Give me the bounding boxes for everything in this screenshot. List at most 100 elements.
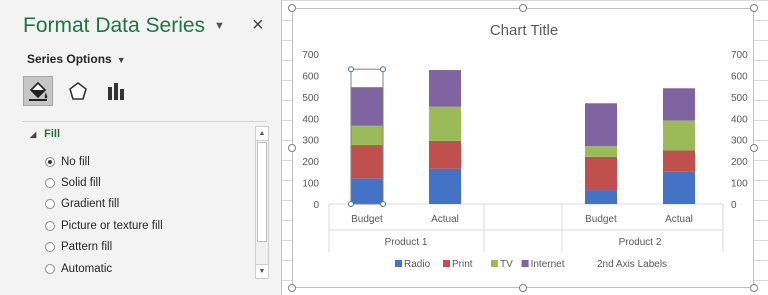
bar-segment-tv: [351, 125, 383, 146]
pane-dropdown-icon[interactable]: ▼: [214, 20, 225, 32]
series-options-label: Series Options: [27, 52, 112, 66]
bar-segment-radio: [585, 190, 617, 204]
legend-label: Internet: [531, 259, 565, 270]
legend-label: Radio: [404, 259, 431, 270]
y-tick-label: 100: [302, 179, 319, 190]
radio-icon: [45, 221, 55, 231]
radio-picture-texture-fill[interactable]: Picture or texture fill: [45, 220, 163, 232]
radio-icon: [45, 264, 55, 274]
secondary-y-tick-label: 500: [731, 93, 748, 104]
radio-automatic[interactable]: Automatic: [45, 263, 112, 275]
scroll-down-icon[interactable]: ▼: [256, 264, 268, 278]
bar-segment-internet: [429, 70, 461, 107]
legend-label: Print: [452, 259, 473, 270]
pane-title: Format Data Series: [23, 14, 206, 37]
divider: [22, 121, 267, 122]
legend-label: TV: [500, 259, 513, 270]
legend-swatch-internet: [521, 260, 529, 267]
resize-handle[interactable]: [288, 144, 296, 152]
y-tick-label: 400: [302, 114, 319, 125]
legend-swatch-print: [443, 260, 450, 267]
x-tick-label: Budget: [351, 214, 383, 225]
chevron-down-icon: ▼: [116, 55, 126, 65]
effects-tab[interactable]: [63, 76, 93, 106]
radio-label: Solid fill: [61, 177, 101, 189]
x-tick-label: Budget: [585, 214, 617, 225]
bar-segment-radio: [429, 168, 461, 204]
group-label: Product 2: [619, 237, 662, 248]
fill-section-header[interactable]: ◢ Fill: [30, 128, 60, 140]
chart-title: Chart Title: [490, 22, 558, 39]
x-tick-label: Actual: [431, 214, 459, 225]
bar-segment-tv: [585, 146, 617, 157]
secondary-y-tick-label: 200: [731, 157, 748, 168]
secondary-y-tick-label: 700: [731, 50, 748, 61]
x-tick-label: Actual: [665, 214, 693, 225]
bar-segment-print: [663, 150, 695, 172]
resize-handle[interactable]: [288, 284, 296, 292]
legend-swatch-tv: [491, 260, 498, 267]
radio-icon: [45, 157, 55, 167]
radio-gradient-fill[interactable]: Gradient fill: [45, 198, 119, 210]
fill-line-tab[interactable]: [23, 76, 53, 106]
secondary-y-tick-label: 100: [731, 179, 748, 190]
radio-label: Pattern fill: [61, 241, 113, 253]
y-tick-label: 500: [302, 93, 319, 104]
y-tick-label: 600: [302, 71, 319, 82]
y-tick-label: 700: [302, 50, 319, 61]
pentagon-icon: [69, 82, 87, 100]
bar-segment-print: [585, 156, 617, 191]
group-label: Product 1: [385, 237, 428, 248]
series-options-tab[interactable]: [101, 76, 131, 106]
secondary-y-tick-label: 300: [731, 136, 748, 147]
selection-handle: [348, 66, 354, 73]
selection-handle: [380, 66, 386, 73]
bar-segment-tv: [663, 120, 695, 151]
bar-segment-radio: [663, 171, 695, 204]
radio-label: Gradient fill: [61, 198, 120, 210]
collapse-triangle-icon: ◢: [30, 130, 37, 139]
legend-label: 2nd Axis Labels: [597, 259, 667, 270]
radio-label: Picture or texture fill: [61, 220, 163, 232]
bar-chart-icon: [108, 83, 124, 100]
stacked-column-chart: Chart Title 0 100 200 300 400 500 600 700 0 100 200…: [302, 22, 748, 270]
bar-segment-tv: [429, 106, 461, 141]
scroll-thumb[interactable]: [257, 142, 267, 242]
chart-area[interactable]: Chart Title 0 100 200 300 400 500 600 700 0 100 200…: [292, 8, 754, 288]
secondary-y-tick-label: 0: [731, 200, 737, 211]
radio-label: No fill: [61, 156, 90, 168]
radio-pattern-fill[interactable]: Pattern fill: [45, 241, 112, 253]
bar-segment-print: [351, 145, 383, 179]
bar-segment-internet: [663, 88, 695, 121]
bar-segment-internet: [585, 103, 617, 147]
radio-icon: [45, 178, 55, 188]
y-tick-label: 0: [313, 200, 319, 211]
radio-icon: [45, 242, 55, 252]
radio-no-fill[interactable]: No fill: [45, 156, 90, 168]
radio-solid-fill[interactable]: Solid fill: [45, 177, 101, 189]
bar-segment-radio: [351, 178, 383, 204]
close-button[interactable]: ×: [252, 14, 264, 37]
format-data-series-pane: Format Data Series ▼ × Series Options ▼ ◢…: [0, 0, 282, 295]
paint-bucket-icon: [29, 81, 48, 101]
resize-handle[interactable]: [750, 144, 758, 152]
bar-segment-print: [429, 140, 461, 169]
bar-segment-internet: [351, 87, 383, 126]
scroll-up-icon[interactable]: ▲: [256, 127, 268, 141]
y-tick-label: 300: [302, 136, 319, 147]
selection-handle: [380, 201, 386, 207]
legend-swatch-radio: [395, 260, 402, 267]
resize-handle[interactable]: [750, 4, 758, 12]
pane-scrollbar[interactable]: ▲ ▼: [255, 126, 269, 279]
series-options-dropdown[interactable]: Series Options ▼: [27, 52, 126, 66]
resize-handle[interactable]: [519, 284, 527, 292]
y-tick-label: 200: [302, 157, 319, 168]
resize-handle[interactable]: [519, 4, 527, 12]
radio-label: Automatic: [61, 263, 113, 275]
radio-icon: [45, 199, 55, 209]
selection-handle: [348, 201, 354, 207]
secondary-y-tick-label: 600: [731, 71, 748, 82]
secondary-y-tick-label: 400: [731, 114, 748, 125]
resize-handle[interactable]: [288, 4, 296, 12]
resize-handle[interactable]: [750, 284, 758, 292]
